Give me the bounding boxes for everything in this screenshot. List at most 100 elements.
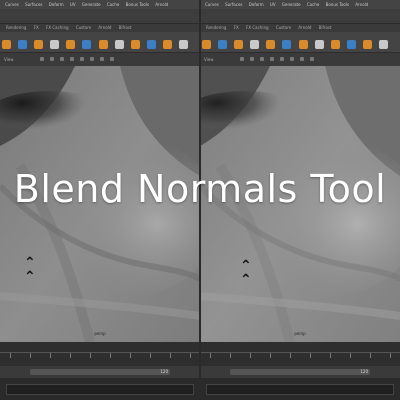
shelf-tabs: Rendering FX FX Caching Custom Arnold Bi… [200,24,400,32]
shelf-tool-icon[interactable] [234,40,244,49]
menu-arnold[interactable]: Arnold [155,0,168,9]
timeline-tick [270,353,271,358]
shelf-tool-icon[interactable] [146,40,156,49]
viewport-menu[interactable]: View [204,53,214,66]
shelf-tab[interactable]: Custom [276,24,291,32]
shelf-tool-icon[interactable] [330,40,340,49]
menu-generate[interactable]: Generate [82,0,101,9]
shelf-tool-icon[interactable] [346,40,356,49]
shelf-tool-icon[interactable] [50,40,60,49]
menu-bonus-tools[interactable]: Bonus Tools [126,0,149,9]
status-line [200,9,400,24]
viewport-tool-icon[interactable] [310,57,314,61]
shelf-tool-icon[interactable] [314,40,324,49]
shelf-tab[interactable]: Rendering [206,24,226,32]
viewport-tool-icon[interactable] [100,57,104,61]
shelf-tool-icon[interactable] [114,40,124,49]
timeline-tick [170,353,171,358]
menu-surfaces[interactable]: Surfaces [25,0,42,9]
menu-curves[interactable]: Curves [205,0,219,9]
menu-bonus-tools[interactable]: Bonus Tools [326,0,349,9]
shelf-tab[interactable]: Arnold [98,24,111,32]
timeline-tick [90,353,91,358]
camera-label: persp [294,331,306,336]
command-input[interactable] [6,384,194,395]
timeline-tick [390,353,391,358]
menu-bar: Curves Surfaces Deform UV Generate Cache… [0,0,200,9]
viewport-tool-icon[interactable] [260,57,264,61]
menu-deform[interactable]: Deform [249,0,264,9]
viewport-menu-bar: View [0,52,200,67]
menu-cache[interactable]: Cache [107,0,119,9]
timeline-tick [290,353,291,358]
shelf-tool-icon[interactable] [130,40,140,49]
shelf-tool-icon[interactable] [266,40,276,49]
menu-surfaces[interactable]: Surfaces [225,0,242,9]
menu-uv[interactable]: UV [70,0,76,9]
menu-generate[interactable]: Generate [282,0,301,9]
viewport-tool-icon[interactable] [90,57,94,61]
shelf-tool-icon[interactable] [34,40,44,49]
shelf-tool-icon[interactable] [98,40,108,49]
timeline-tick [130,353,131,358]
shelf-tab[interactable]: FX [234,24,239,32]
viewport-tool-icon[interactable] [110,57,114,61]
shelf-tab[interactable]: Rendering [6,24,26,32]
shelf-tab[interactable]: FX Caching [46,24,68,32]
shelf-tool-icon[interactable] [250,40,260,49]
shelf-tool-icon[interactable] [379,40,389,49]
shelf: Rendering FX FX Caching Custom Arnold Bi… [200,24,400,68]
shelf-tool-icon[interactable] [179,40,189,49]
timeline-tick [330,353,331,358]
shelf-tool-icon[interactable] [82,40,92,49]
menu-uv[interactable]: UV [270,0,276,9]
viewport-tool-icon[interactable] [290,57,294,61]
command-input[interactable] [206,384,394,395]
viewport-tool-icon[interactable] [70,57,74,61]
menu-deform[interactable]: Deform [49,0,64,9]
shelf-tool-icon[interactable] [162,40,172,49]
range-slider[interactable]: 120 [230,369,370,375]
timeline-tick [370,353,371,358]
viewport-tool-icon[interactable] [60,57,64,61]
shelf-tool-icon[interactable] [18,40,28,49]
shelf: Rendering FX FX Caching Custom Arnold Bi… [0,24,200,68]
shelf-tab[interactable]: Bifrost [119,24,132,32]
time-slider[interactable] [0,342,200,366]
timeline-tick [250,353,251,358]
shelf-tool-icon[interactable] [2,40,11,49]
menu-curves[interactable]: Curves [5,0,19,9]
range-end-value: 120 [160,369,168,374]
viewport-tool-icon[interactable] [50,57,54,61]
shelf-tab[interactable]: Custom [76,24,91,32]
timeline-tick [30,353,31,358]
timeline-tick [310,353,311,358]
shelf-tool-icon[interactable] [362,40,372,49]
viewport-tool-icon[interactable] [250,57,254,61]
command-line [200,378,400,400]
shelf-tab[interactable]: FX [34,24,39,32]
menu-cache[interactable]: Cache [307,0,319,9]
shelf-tool-icon[interactable] [218,40,228,49]
viewport-tool-icon[interactable] [300,57,304,61]
shelf-tool-icon[interactable] [66,40,76,49]
shelf-tab[interactable]: Bifrost [319,24,332,32]
viewport-tool-icon[interactable] [40,57,44,61]
timeline-tick [190,353,191,358]
shelf-tool-icon[interactable] [282,40,292,49]
time-slider[interactable] [200,342,400,366]
viewport-tool-icon[interactable] [280,57,284,61]
shelf-tool-icon[interactable] [202,40,211,49]
viewport-menu-bar: View [200,52,400,67]
viewport-tool-icon[interactable] [240,57,244,61]
shelf-tab[interactable]: FX Caching [246,24,268,32]
timeline-tick [150,353,151,358]
viewport-tool-icon[interactable] [270,57,274,61]
shelf-tool-icon[interactable] [298,40,308,49]
shelf-tab[interactable]: Arnold [298,24,311,32]
range-slider[interactable]: 120 [30,369,170,375]
viewport-tool-icon[interactable] [80,57,84,61]
menu-bar: Curves Surfaces Deform UV Generate Cache… [200,0,400,9]
menu-arnold[interactable]: Arnold [355,0,368,9]
viewport-menu[interactable]: View [4,53,14,66]
